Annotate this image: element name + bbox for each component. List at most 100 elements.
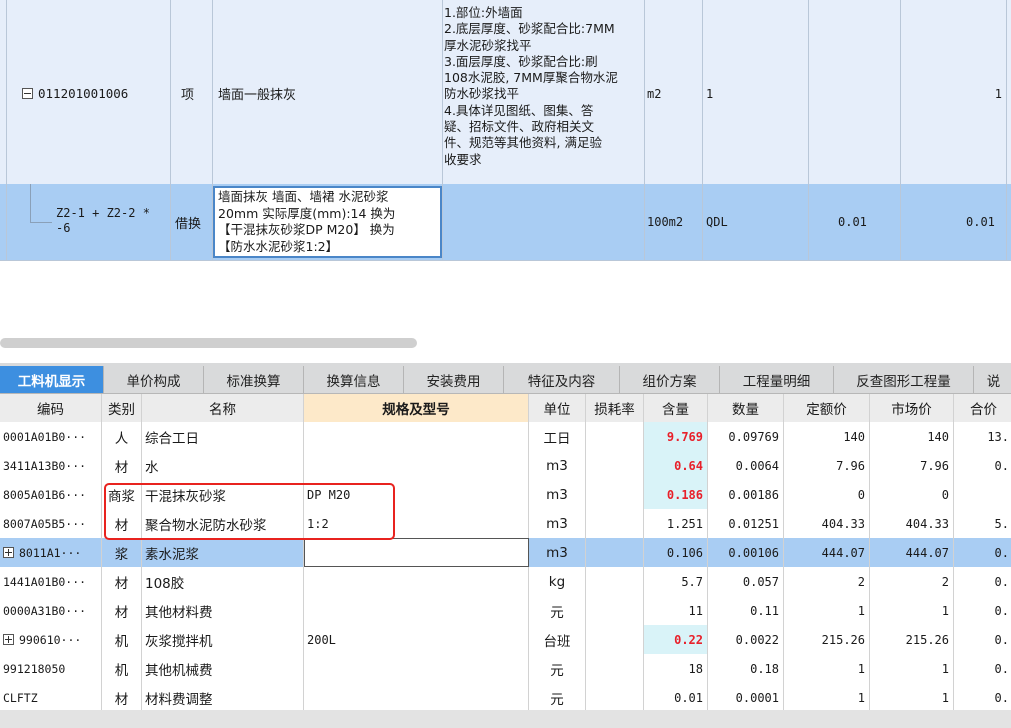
cell-text: 0.106 [666, 545, 703, 560]
cell-code: 991218050 [0, 654, 102, 683]
cell-text: 0. [994, 458, 1009, 473]
cell-loss-rate[interactable] [586, 480, 644, 509]
cell-spec[interactable] [304, 683, 529, 712]
header-unit[interactable]: 单位 [529, 394, 586, 422]
cell-loss-rate[interactable] [586, 538, 644, 567]
bill-item-row[interactable]: 011201001006 项 墙面一般抹灰 1.部位:外墙面 2.底层厚度、砂浆… [0, 0, 1011, 185]
cell-loss-rate[interactable] [586, 422, 644, 451]
table-row[interactable]: 0000A31B0··· 材其他材料费元 11 0.11 1 1 0. [0, 596, 1011, 626]
cell-total-price: 0. [954, 596, 1011, 625]
cell-text: 1441A01B0··· [3, 574, 87, 589]
cell-text: m3 [546, 544, 568, 561]
cell-quota-price: 140 [784, 422, 870, 451]
tab-install-cost[interactable]: 安装费用 [404, 366, 504, 393]
cell-text: 404.33 [821, 516, 865, 531]
cell-text: m3 [546, 457, 568, 474]
tab-pricing-plan[interactable]: 组价方案 [620, 366, 720, 393]
cell-loss-rate[interactable] [586, 509, 644, 538]
cell-unit: 工日 [529, 422, 586, 451]
header-total-price[interactable]: 合价 [954, 394, 1011, 422]
tab-reverse-quantity[interactable]: 反查图形工程量 [834, 366, 974, 393]
header-quota-price[interactable]: 定额价 [784, 394, 870, 422]
cell-loss-rate[interactable] [586, 451, 644, 480]
cell-code: 0001A01B0··· [0, 422, 102, 451]
cell-code: 990610··· [0, 625, 102, 654]
cell-code: 3411A13B0··· [0, 451, 102, 480]
cell-text: 元 [550, 662, 564, 679]
cell-total-price: 0. [954, 538, 1011, 567]
cell-spec[interactable] [304, 538, 529, 567]
tab-standard-conversion[interactable]: 标准换算 [204, 366, 304, 393]
cell-category: 机 [102, 654, 142, 683]
table-row[interactable]: 990610··· 机灰浆搅拌机 200L 台班 0.22 0.0022 215.26 215… [0, 625, 1011, 655]
table-row[interactable]: 3411A13B0··· 材水 m3 0.64 0.0064 7.96 7.96 0. [0, 451, 1011, 481]
tab-more[interactable]: 说 [974, 366, 1011, 393]
cell-loss-rate[interactable] [586, 683, 644, 712]
table-row[interactable]: CLFTZ 材材料费调整 元 0.01 0.0001 1 1 0. [0, 683, 1011, 713]
cell-spec[interactable] [304, 422, 529, 451]
cell-text: 1 [857, 603, 865, 618]
cell-text: 0.01251 [728, 516, 779, 531]
header-spec[interactable]: 规格及型号 [304, 394, 529, 422]
cell-spec[interactable] [304, 596, 529, 625]
sub-item-row[interactable]: Z2-1 + Z2-2 * -6 借换 100m2 QDL 0.01 0.01 [0, 184, 1011, 261]
table-row[interactable]: 0001A01B0··· 人综合工日 工日 9.769 0.09769 140 140 13. [0, 422, 1011, 452]
cell-text: 1 [857, 690, 865, 705]
expand-icon[interactable] [3, 547, 14, 558]
tree-line [30, 184, 31, 222]
cell-spec[interactable] [304, 567, 529, 596]
horizontal-scrollbar[interactable] [0, 338, 417, 348]
header-content[interactable]: 含量 [644, 394, 708, 422]
cell-text: 140 [843, 429, 865, 444]
header-quantity[interactable]: 数量 [708, 394, 784, 422]
cell-category: 材 [102, 683, 142, 712]
cell-text: 浆 [114, 546, 129, 563]
table-row[interactable]: 991218050 机其他机械费 元 18 0.18 1 1 0. [0, 654, 1011, 684]
cell-text: 404.33 [905, 516, 949, 531]
sub-item-unit: 100m2 [647, 215, 684, 229]
table-row[interactable]: 8011A1··· 浆素水泥浆 m3 0.106 0.00106 444.07 444.07… [0, 538, 1011, 568]
cell-text: 人 [114, 430, 129, 447]
cell-loss-rate[interactable] [586, 596, 644, 625]
cell-market-price: 0 [870, 480, 954, 509]
cell-loss-rate[interactable] [586, 625, 644, 654]
sub-item-name-editor[interactable]: 墙面抹灰 墙面、墙裙 水泥砂浆 20mm 实际厚度(mm):14 换为 【干混抹… [213, 186, 442, 258]
header-market-price[interactable]: 市场价 [870, 394, 954, 422]
cell-name: 综合工日 [142, 422, 304, 451]
tab-features[interactable]: 特征及内容 [504, 366, 620, 393]
header-code[interactable]: 编码 [0, 394, 102, 422]
cell-loss-rate[interactable] [586, 567, 644, 596]
tab-conversion-info[interactable]: 换算信息 [304, 366, 404, 393]
cell-text: 444.07 [821, 545, 865, 560]
tab-material-display[interactable]: 工料机显示 [0, 366, 104, 393]
grid-line [170, 184, 171, 260]
cell-loss-rate[interactable] [586, 654, 644, 683]
cell-market-price: 1 [870, 596, 954, 625]
collapse-icon[interactable] [22, 87, 33, 99]
cell-spec[interactable]: 200L [304, 625, 529, 654]
table-row[interactable]: 1441A01B0··· 材 108胶 kg 5.7 0.057 2 2 0. [0, 567, 1011, 597]
grid-line [1006, 0, 1007, 184]
cell-total-price: 13. [954, 422, 1011, 451]
cell-text: 1.251 [666, 516, 703, 531]
cell-text: 工日 [543, 430, 571, 447]
cell-market-price: 215.26 [870, 625, 954, 654]
tab-unit-price[interactable]: 单价构成 [104, 366, 204, 393]
cell-text: 5. [994, 516, 1009, 531]
tab-quantity-detail[interactable]: 工程量明细 [720, 366, 834, 393]
cell-text: 140 [927, 429, 949, 444]
sub-item-code: Z2-1 + Z2-2 * -6 [56, 206, 150, 235]
horizontal-scrollbar-track[interactable] [0, 710, 1011, 728]
expand-icon[interactable] [3, 634, 14, 645]
header-name[interactable]: 名称 [142, 394, 304, 422]
cell-content: 5.7 [644, 567, 708, 596]
cell-text: 7.96 [920, 458, 949, 473]
cell-market-price: 1 [870, 654, 954, 683]
cell-text: 13. [987, 429, 1009, 444]
header-loss-rate[interactable]: 损耗率 [586, 394, 644, 422]
cell-quota-price: 0 [784, 480, 870, 509]
cell-spec[interactable] [304, 654, 529, 683]
cell-spec[interactable] [304, 451, 529, 480]
header-category[interactable]: 类别 [102, 394, 142, 422]
cell-text: 材 [114, 459, 129, 476]
